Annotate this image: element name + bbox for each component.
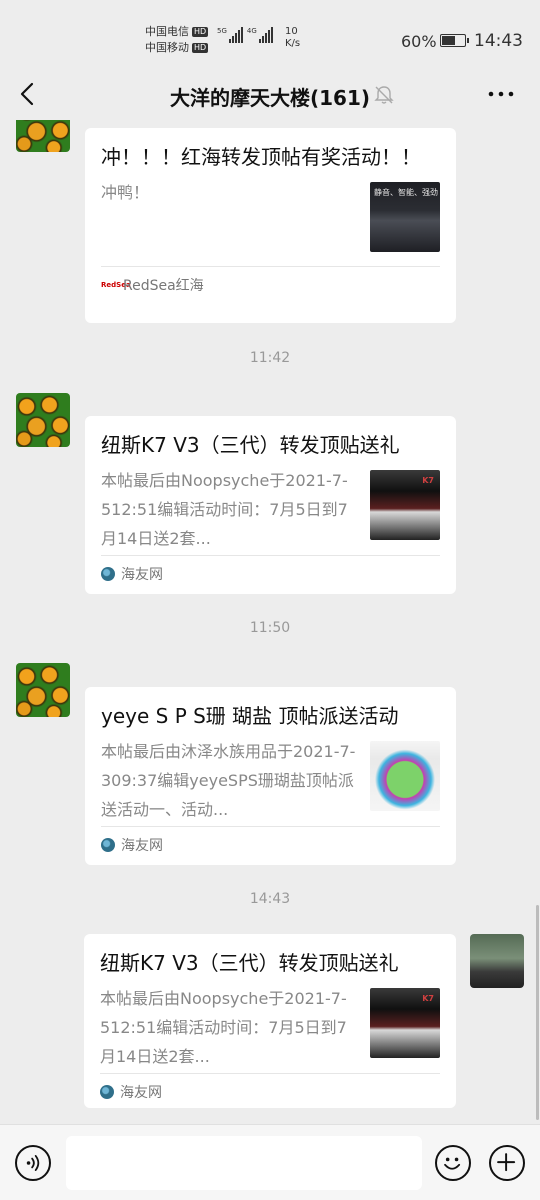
battery-fill xyxy=(442,36,455,45)
card-source: 海友网 xyxy=(101,826,440,862)
carrier-2: 中国移动 xyxy=(145,41,189,54)
source-name: 海友网 xyxy=(121,566,163,583)
card-title: yeye S P S珊 瑚盐 顶帖派送活动 xyxy=(101,704,399,728)
battery-percent: 60% xyxy=(401,32,437,51)
chat-area[interactable]: 冲！！！红海转发顶帖有奖活动！！ 冲鸭！ 静音、智能、强劲 RedSea Red… xyxy=(0,120,540,1124)
hd-badge: HD xyxy=(192,43,209,53)
card-thumbnail: K7 xyxy=(370,988,440,1058)
signal-5g-icon: 5G xyxy=(217,27,243,43)
carrier-info: 中国电信 HD 中国移动 HD xyxy=(145,24,209,56)
card-title: 纽斯K7 V3（三代）转发顶贴送礼 xyxy=(101,433,400,457)
network-speed: 10 K/s xyxy=(285,26,301,49)
card-description: 本帖最后由Noopsyche于2021-7-512:51编辑活动时间：7月5日到… xyxy=(100,989,347,1066)
card-title: 纽斯K7 V3（三代）转发顶贴送礼 xyxy=(100,951,399,975)
card-thumbnail: 静音、智能、强劲 xyxy=(370,182,440,252)
voice-icon[interactable] xyxy=(15,1145,51,1181)
battery-icon xyxy=(440,34,469,47)
status-time: 14:43 xyxy=(474,31,523,51)
link-card[interactable]: 纽斯K7 V3（三代）转发顶贴送礼 本帖最后由Noopsyche于2021-7-… xyxy=(85,416,456,594)
card-title: 冲！！！红海转发顶帖有奖活动！！ xyxy=(101,145,421,169)
redsea-logo-icon: RedSea xyxy=(101,280,131,289)
chat-title: 大洋的摩天大楼(161) xyxy=(169,86,371,110)
card-source: 海友网 xyxy=(101,555,440,591)
link-card[interactable]: 冲！！！红海转发顶帖有奖活动！！ 冲鸭！ 静音、智能、强劲 RedSea Red… xyxy=(85,128,456,323)
source-name: RedSea红海 xyxy=(123,277,204,294)
link-card[interactable]: 纽斯K7 V3（三代）转发顶贴送礼 本帖最后由Noopsyche于2021-7-… xyxy=(84,934,456,1108)
card-description: 本帖最后由Noopsyche于2021-7-512:51编辑活动时间：7月5日到… xyxy=(101,471,348,548)
card-thumbnail: K7 xyxy=(370,470,440,540)
bell-muted-icon xyxy=(374,86,394,104)
scrollbar[interactable] xyxy=(536,905,539,1120)
card-description: 冲鸭！ xyxy=(101,183,150,202)
input-bar xyxy=(0,1124,540,1200)
signal-icons: 5G 4G xyxy=(217,27,273,43)
hd-badge: HD xyxy=(192,27,209,37)
message-time: 11:50 xyxy=(249,620,291,636)
plus-icon[interactable] xyxy=(489,1145,525,1181)
carrier-1: 中国电信 xyxy=(145,25,189,38)
avatar-self[interactable] xyxy=(470,934,524,988)
message-input[interactable] xyxy=(66,1136,422,1190)
message-time: 14:43 xyxy=(249,891,291,907)
card-source: RedSea RedSea红海 xyxy=(101,266,440,302)
signal-4g-icon: 4G xyxy=(247,27,273,43)
more-icon[interactable] xyxy=(486,82,516,106)
source-name: 海友网 xyxy=(121,837,163,854)
chat-header: 大洋的摩天大楼(161) xyxy=(0,70,540,120)
link-card[interactable]: yeye S P S珊 瑚盐 顶帖派送活动 本帖最后由沐泽水族用品于2021-7… xyxy=(85,687,456,865)
avatar[interactable] xyxy=(16,393,70,447)
haiyou-logo-icon xyxy=(101,837,115,852)
haiyou-logo-icon xyxy=(100,1084,114,1099)
card-description: 本帖最后由沐泽水族用品于2021-7-309:37编辑yeyeSPS珊瑚盐顶帖派… xyxy=(101,742,356,819)
source-name: 海友网 xyxy=(120,1084,162,1101)
avatar[interactable] xyxy=(16,120,70,152)
message-time: 11:42 xyxy=(249,350,291,366)
avatar[interactable] xyxy=(16,663,70,717)
emoji-icon[interactable] xyxy=(435,1145,471,1181)
card-thumbnail xyxy=(370,741,440,811)
card-source: 海友网 xyxy=(100,1073,440,1109)
haiyou-logo-icon xyxy=(101,566,115,581)
status-bar: 中国电信 HD 中国移动 HD 5G 4G 10 K/s 60% 14:43 xyxy=(0,0,540,70)
